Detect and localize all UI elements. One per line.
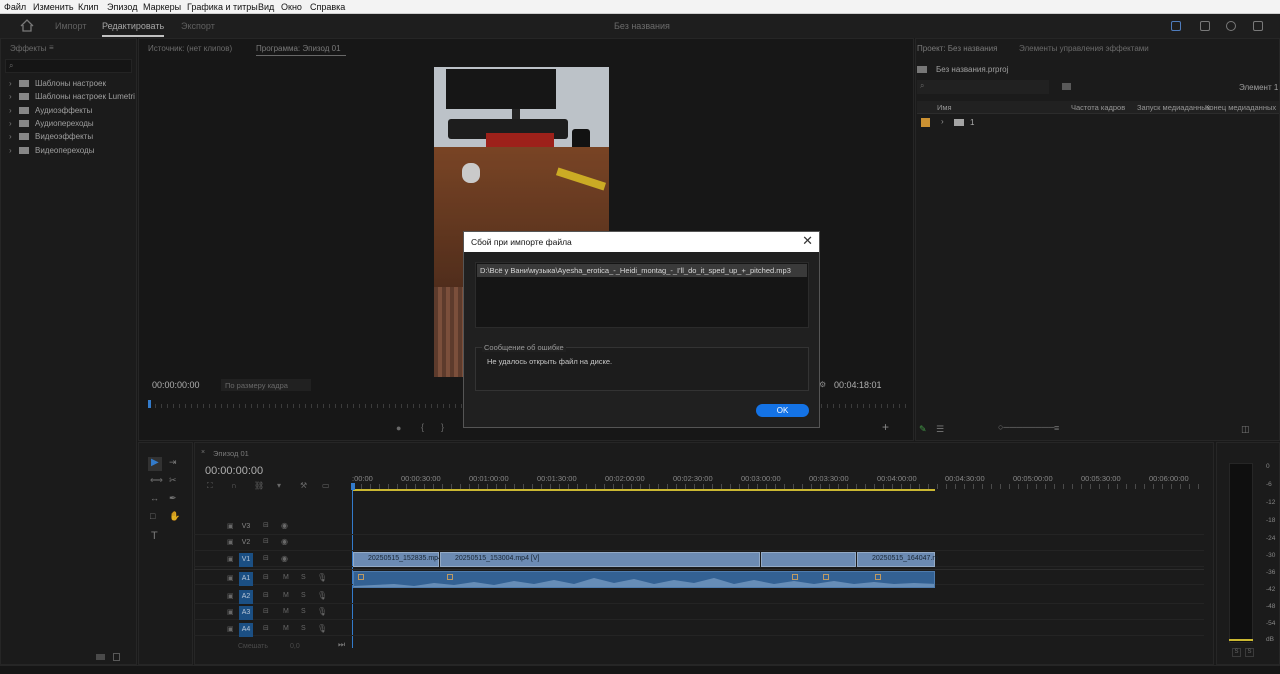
error-message-box: Сообщение об ошибке Не удалось открыть ф… <box>475 343 809 391</box>
dialog-title: Сбой при импорте файла <box>471 237 572 247</box>
failed-files-list[interactable]: D:\Всё у Вани\музыка\Ayesha_erotica_-_He… <box>475 262 809 328</box>
failed-file-item[interactable]: D:\Всё у Вани\музыка\Ayesha_erotica_-_He… <box>477 264 807 277</box>
close-icon[interactable]: ✕ <box>802 234 813 248</box>
dialog-titlebar: Сбой при импорте файла ✕ <box>464 232 819 252</box>
error-message: Не удалось открыть файл на диске. <box>487 357 613 366</box>
error-legend: Сообщение об ошибке <box>482 343 566 352</box>
ok-button[interactable]: OK <box>756 404 809 417</box>
import-error-dialog: Сбой при импорте файла ✕ D:\Всё у Вани\м… <box>463 231 820 428</box>
